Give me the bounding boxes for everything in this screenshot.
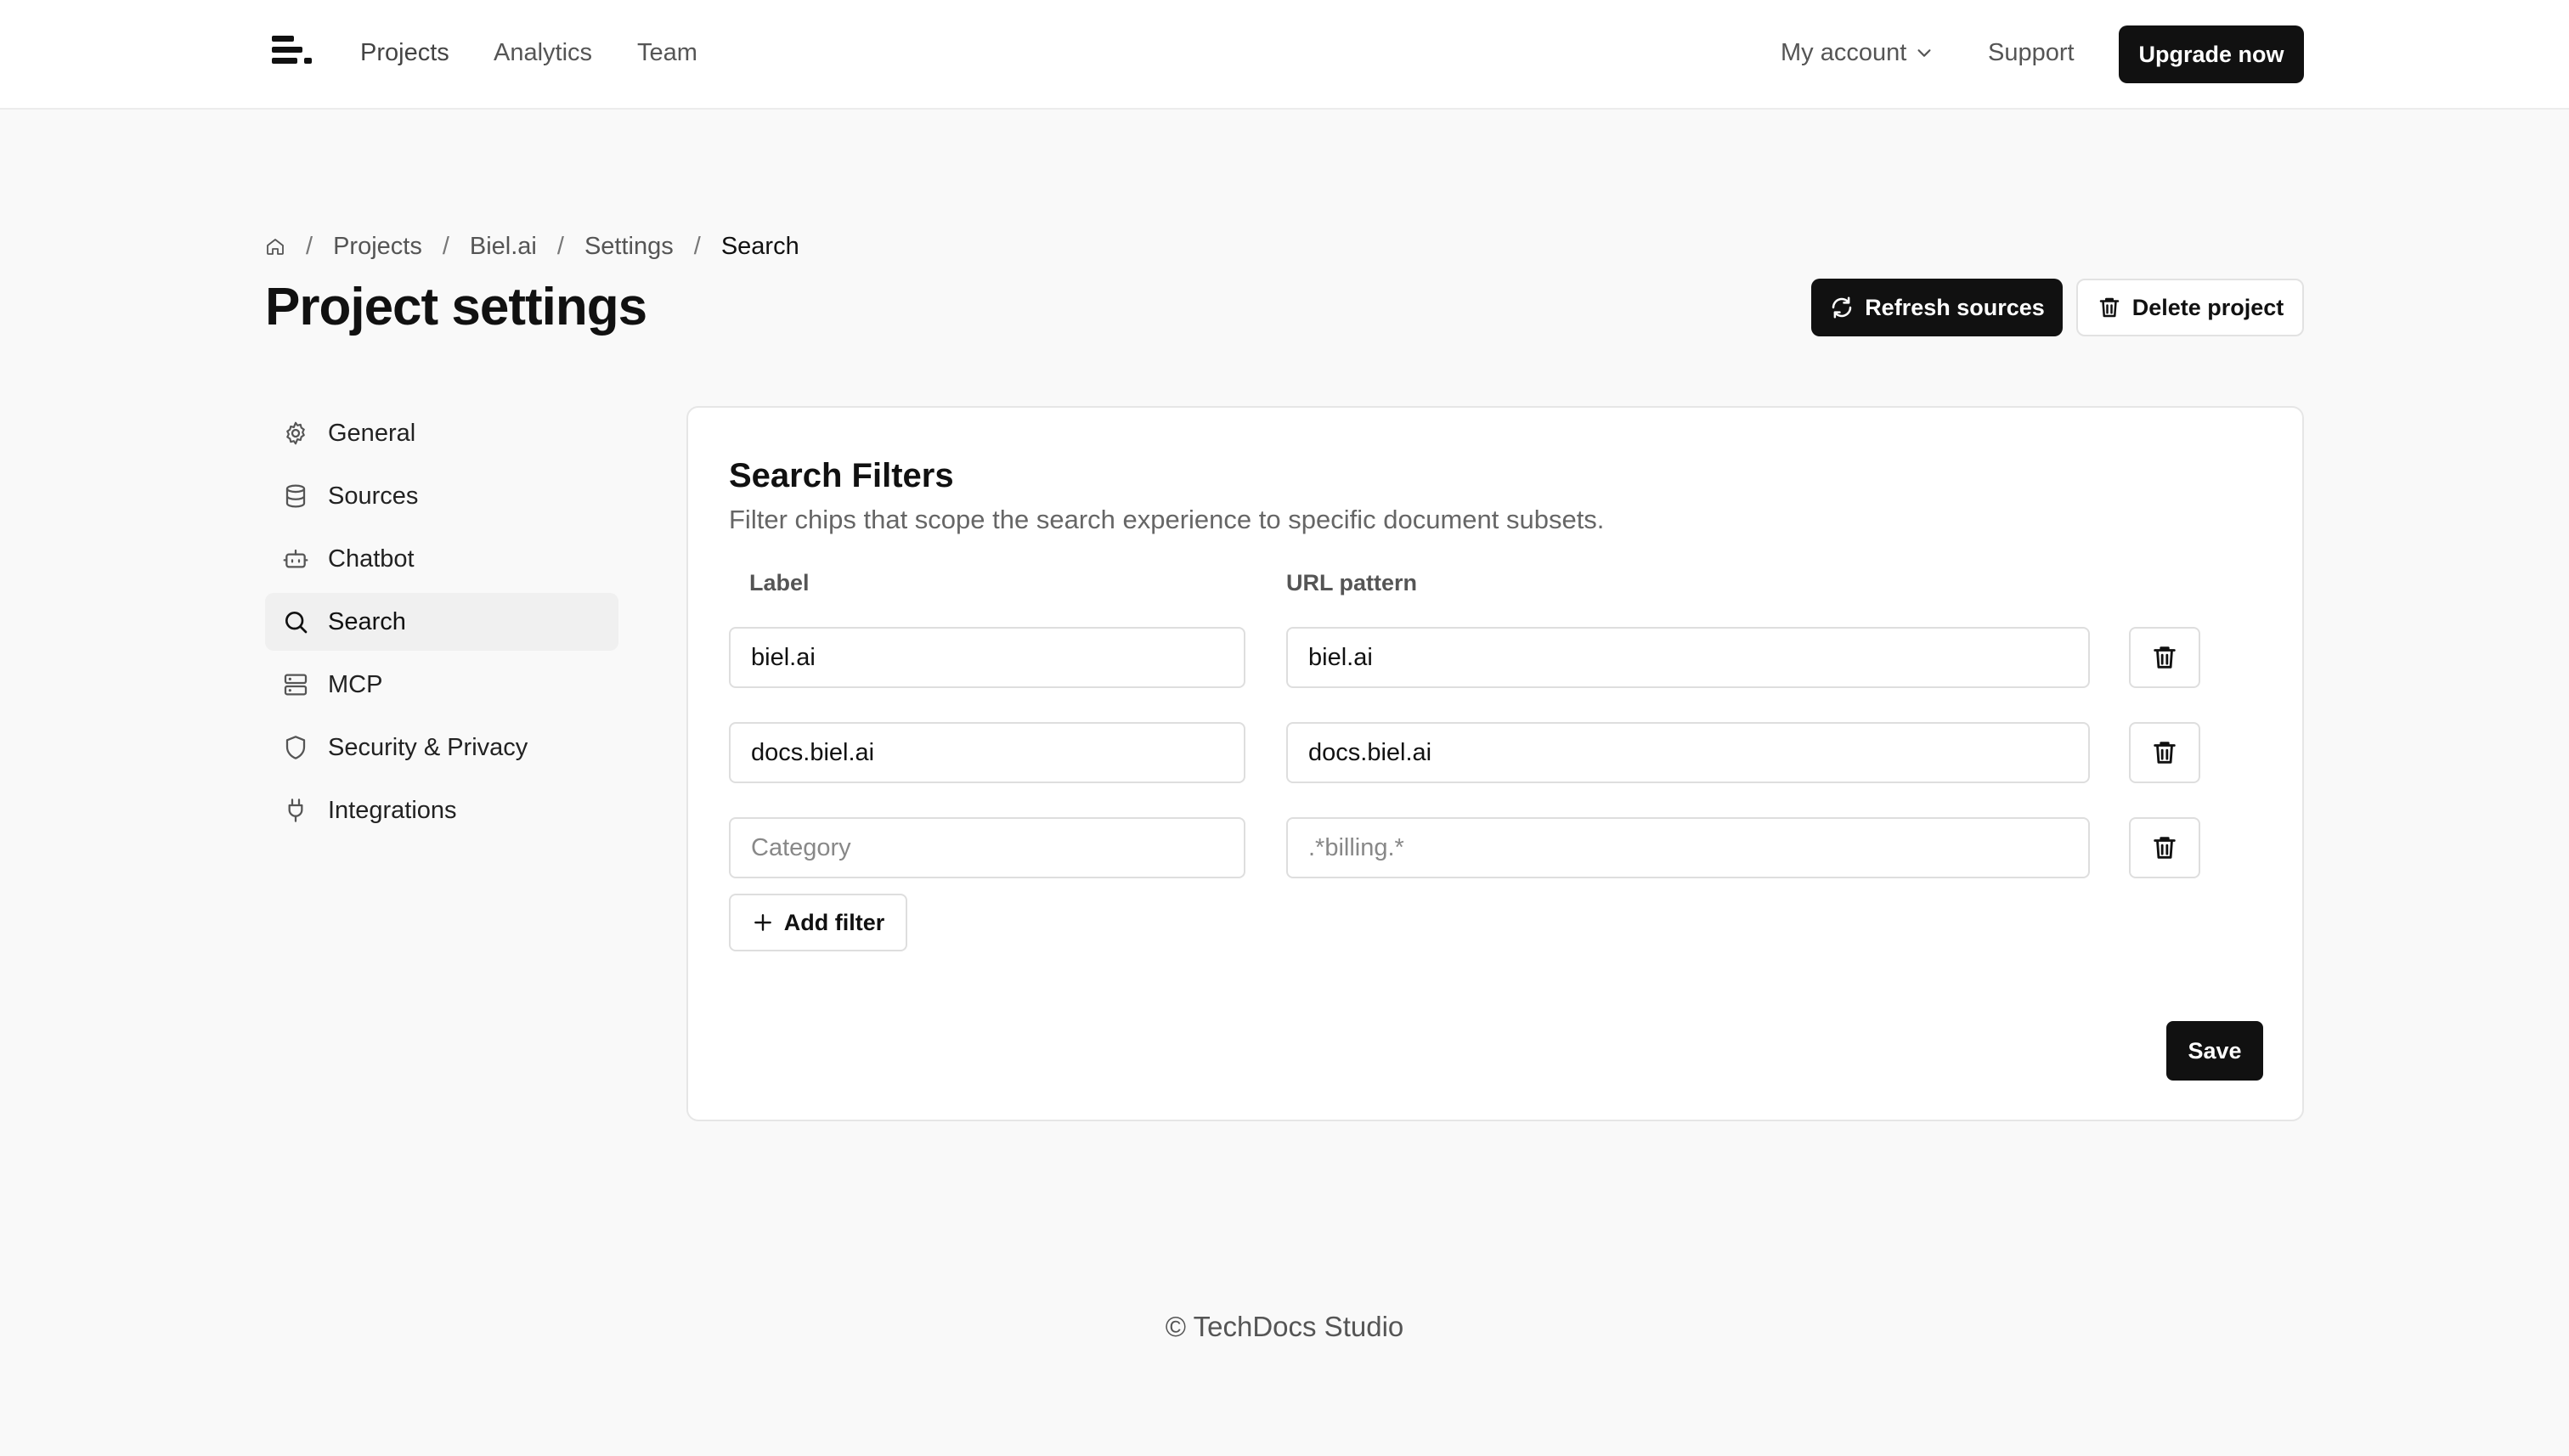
home-icon[interactable] <box>265 236 285 257</box>
delete-filter-button[interactable] <box>2129 722 2200 783</box>
breadcrumb-current: Search <box>720 232 799 260</box>
nav-link-team[interactable]: Team <box>637 36 697 70</box>
filter-pattern-input[interactable] <box>1286 722 2090 783</box>
top-navigation-bar: Projects Analytics Team My account Suppo… <box>0 0 2569 110</box>
server-icon <box>284 674 308 696</box>
add-filter-button[interactable]: Add filter <box>729 894 907 951</box>
url-pattern-column-header: URL pattern <box>1286 570 1418 595</box>
delete-filter-button[interactable] <box>2129 627 2200 688</box>
sidebar-item-search[interactable]: Search <box>265 593 618 651</box>
page-title: Project settings <box>265 278 647 336</box>
sidebar-item-general[interactable]: General <box>265 404 618 462</box>
my-account-label: My account <box>1781 39 1907 66</box>
label-column-header: Label <box>749 570 810 595</box>
card-title: Search Filters <box>729 457 954 494</box>
breadcrumb-separator: / <box>556 232 564 260</box>
sidebar-item-label: Chatbot <box>328 545 415 573</box>
gear-icon <box>286 421 305 445</box>
filter-label-input[interactable] <box>729 722 1245 783</box>
nav-link-analytics[interactable]: Analytics <box>494 36 592 70</box>
plus-icon <box>754 914 771 931</box>
delete-filter-button[interactable] <box>2129 817 2200 878</box>
shield-icon <box>285 736 306 759</box>
support-link[interactable]: Support <box>1988 36 2075 70</box>
nav-link-projects[interactable]: Projects <box>360 36 449 70</box>
breadcrumb-separator: / <box>442 232 449 260</box>
sidebar-item-label: Integrations <box>328 796 457 824</box>
sidebar-item-mcp[interactable]: MCP <box>265 656 618 714</box>
breadcrumb-settings[interactable]: Settings <box>584 233 674 261</box>
sidebar-item-sources[interactable]: Sources <box>265 467 618 525</box>
breadcrumb-biel-ai[interactable]: Biel.ai <box>470 233 537 261</box>
sidebar-item-label: General <box>328 419 416 447</box>
add-filter-label: Add filter <box>783 909 885 935</box>
breadcrumb-projects[interactable]: Projects <box>333 233 422 261</box>
filter-pattern-input[interactable] <box>1286 627 2090 688</box>
filter-pattern-input[interactable] <box>1286 817 2090 878</box>
breadcrumb: / Projects / Biel.ai / Settings / Search <box>265 228 799 265</box>
breadcrumb-separator: / <box>693 232 701 260</box>
search-icon <box>285 612 308 634</box>
search-filters-card: Search Filters Filter chips that scope t… <box>686 406 2304 1121</box>
sidebar-item-label: MCP <box>328 670 383 698</box>
bot-icon <box>283 549 308 568</box>
sidebar-item-label: Sources <box>328 482 419 510</box>
sidebar-item-label: Security & Privacy <box>328 733 528 761</box>
logo-icon[interactable] <box>270 32 314 73</box>
chevron-down-icon <box>1917 49 1931 57</box>
delete-project-label: Delete project <box>2131 294 2284 320</box>
database-icon <box>285 484 306 508</box>
breadcrumb-separator: / <box>306 232 313 260</box>
my-account-menu[interactable]: My account <box>1781 36 1934 70</box>
sidebar-item-chatbot[interactable]: Chatbot <box>265 530 618 588</box>
save-button[interactable]: Save <box>2166 1021 2263 1081</box>
sidebar-item-integrations[interactable]: Integrations <box>265 782 618 839</box>
trash-icon <box>2099 297 2119 318</box>
settings-sidebar: General Sources Chatbot Search MCP Secur… <box>265 404 618 844</box>
upgrade-now-button[interactable]: Upgrade now <box>2119 25 2304 83</box>
plug-icon <box>288 799 303 822</box>
card-description: Filter chips that scope the search exper… <box>729 505 1605 534</box>
trash-icon <box>2154 646 2176 669</box>
filter-label-input[interactable] <box>729 817 1245 878</box>
delete-project-button[interactable]: Delete project <box>2076 279 2304 336</box>
refresh-sources-button[interactable]: Refresh sources <box>1811 279 2063 336</box>
refresh-icon <box>1832 296 1852 319</box>
trash-icon <box>2154 742 2176 764</box>
sidebar-item-security[interactable]: Security & Privacy <box>265 719 618 776</box>
trash-icon <box>2154 837 2176 859</box>
sidebar-item-label: Search <box>328 607 406 635</box>
refresh-sources-label: Refresh sources <box>1865 294 2045 320</box>
footer-copyright: © TechDocs Studio <box>1165 1311 1404 1342</box>
filter-label-input[interactable] <box>729 627 1245 688</box>
